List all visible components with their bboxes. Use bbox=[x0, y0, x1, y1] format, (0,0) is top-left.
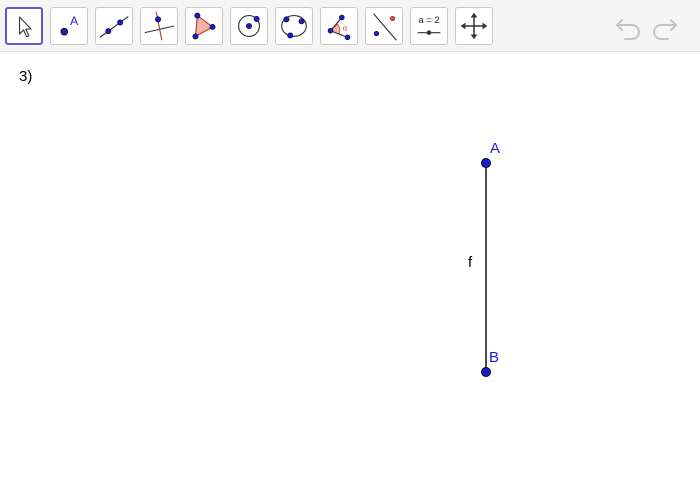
point-icon: A bbox=[60, 14, 79, 36]
undo-button[interactable] bbox=[613, 12, 643, 42]
cursor-arrow-icon bbox=[18, 16, 32, 38]
circle-three-points-tool-button[interactable] bbox=[275, 7, 313, 45]
slider-icon: a = 2 bbox=[417, 15, 441, 35]
perpendicular-line-icon bbox=[144, 11, 175, 41]
circle-center-point-tool-button[interactable] bbox=[230, 7, 268, 45]
circle-center-point-icon bbox=[238, 15, 260, 37]
graphics-view[interactable]: f A B bbox=[0, 53, 700, 500]
angle-tool-button[interactable]: α bbox=[320, 7, 358, 45]
reflect-about-line-tool-button[interactable] bbox=[365, 7, 403, 45]
point-b[interactable] bbox=[481, 367, 491, 377]
redo-button[interactable] bbox=[650, 12, 680, 42]
polygon-tool-button[interactable] bbox=[185, 7, 223, 45]
slider-tool-button[interactable]: a = 2 bbox=[410, 7, 448, 45]
angle-icon: α bbox=[327, 14, 351, 41]
line-through-two-points-icon bbox=[99, 16, 129, 38]
point-a-label: A bbox=[490, 140, 500, 157]
point-tool-button[interactable]: A bbox=[50, 7, 88, 45]
line-tool-button[interactable] bbox=[95, 7, 133, 45]
redo-icon bbox=[653, 19, 677, 40]
perpendicular-line-tool-button[interactable] bbox=[140, 7, 178, 45]
reflect-about-line-icon bbox=[373, 13, 397, 41]
point-a[interactable] bbox=[481, 158, 491, 168]
slider-tool-icon-label: a = 2 bbox=[418, 15, 439, 26]
point-b-label: B bbox=[489, 349, 499, 366]
geogebra-app: A α a = 2 3) f A B bbox=[0, 0, 700, 500]
move-graphics-view-icon bbox=[460, 12, 488, 40]
undo-icon bbox=[616, 19, 640, 40]
angle-tool-icon-label: α bbox=[343, 24, 348, 33]
move-graphics-view-tool-button[interactable] bbox=[455, 7, 493, 45]
move-tool-button[interactable] bbox=[5, 7, 43, 45]
segment-f-label: f bbox=[468, 254, 473, 271]
polygon-icon bbox=[192, 12, 216, 40]
circle-three-points-icon bbox=[281, 15, 307, 39]
toolbar: A α a = 2 bbox=[0, 0, 700, 52]
point-tool-icon-label: A bbox=[70, 14, 79, 28]
